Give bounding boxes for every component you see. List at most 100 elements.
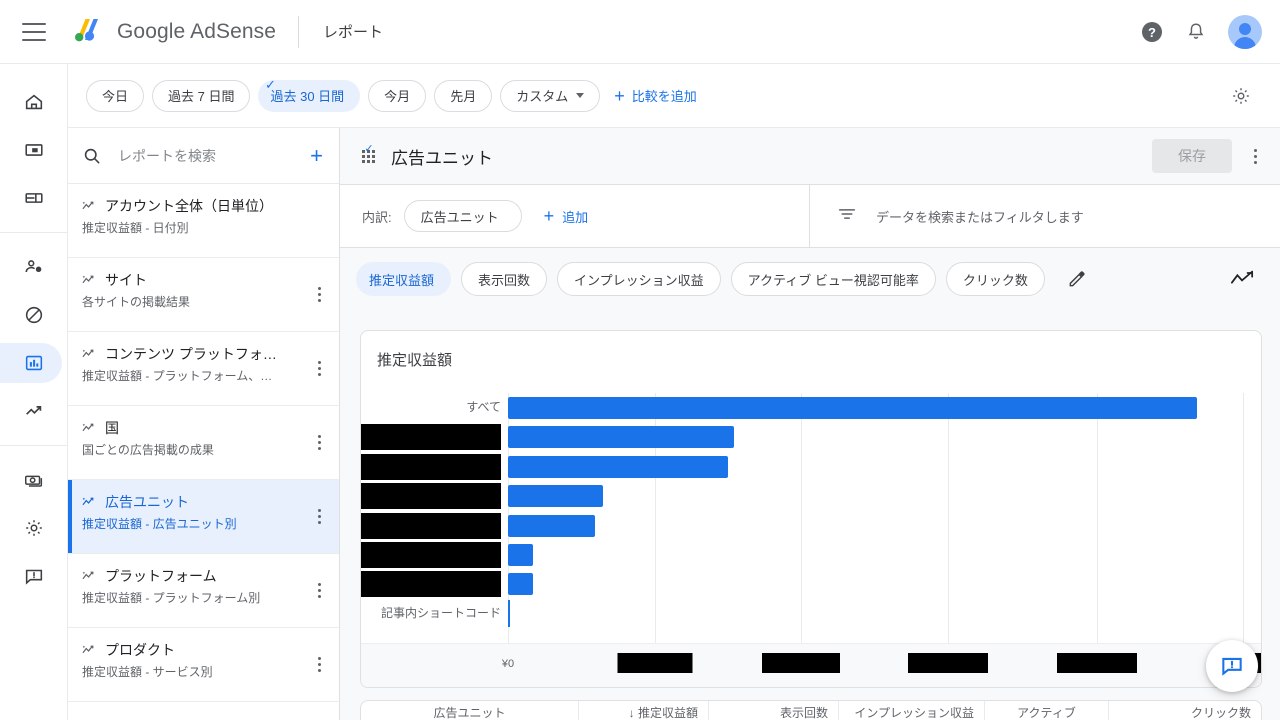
list-item[interactable]: コンテンツ プラットフォ… 推定収益額 - プラットフォーム、… [68, 332, 339, 406]
metric-chip-label: クリック数 [962, 272, 1028, 288]
search-input[interactable] [118, 147, 309, 164]
date-chip-last7days[interactable]: 過去 7 日間 [152, 79, 251, 112]
sidebar-item-payments[interactable] [0, 456, 68, 504]
header-divider [298, 15, 300, 48]
add-dimension-button[interactable]: + 追加 [544, 207, 589, 226]
chart-category-label-redacted [361, 542, 501, 568]
date-chip-lastmonth[interactable]: 先月 [434, 79, 493, 112]
date-chip-label: 過去 30 日間 [270, 89, 345, 104]
sidebar-item-privacy-messaging[interactable] [0, 243, 68, 291]
chart-bar[interactable] [508, 426, 734, 448]
chart-x-tick-label-redacted [617, 653, 693, 673]
chart-category-label-redacted [361, 483, 501, 509]
list-item-more-icon[interactable] [309, 654, 329, 676]
list-item[interactable]: アカウント全体（日単位） 推定収益額 - 日付別 [68, 184, 339, 258]
metric-chip-impression-rpm[interactable]: インプレッション収益 [557, 262, 721, 296]
breakdown-dimension-select[interactable]: 広告ユニット [403, 200, 522, 232]
table-header-cell[interactable]: クリック数 [1109, 701, 1261, 720]
sparkline-icon [82, 643, 97, 657]
message-alert-icon [25, 569, 42, 585]
chart-row [361, 452, 1261, 481]
metric-chip-label: 表示回数 [478, 272, 531, 288]
list-item-label: サイト [105, 272, 147, 288]
table-header-cell[interactable]: インプレッション収益 [839, 701, 985, 720]
chart-bar[interactable] [508, 456, 728, 478]
list-item-selected[interactable]: 広告ユニット 推定収益額 - 広告ユニット別 [68, 480, 339, 554]
reports-list-panel: + アカウント全体（日単位） 推定収益額 - 日付別 サイト 各サイトの掲載結果 [68, 128, 340, 720]
list-item[interactable]: 国 国ごとの広告掲載の成果 [68, 406, 339, 480]
list-item-more-icon[interactable] [309, 506, 329, 528]
table-header-cell[interactable]: 広告ユニット [361, 701, 579, 720]
list-item-title-row: 広告ユニット [82, 492, 325, 512]
trending-up-icon [25, 406, 41, 415]
add-comparison-button[interactable]: + 比較を追加 [614, 86, 697, 105]
avatar[interactable] [1228, 14, 1262, 49]
chart-bar[interactable] [508, 485, 603, 507]
chart-category-label-redacted [361, 571, 501, 597]
date-chip-thismonth[interactable]: 今月 [368, 79, 427, 112]
metric-chip-estimated-earnings[interactable]: ✓ 推定収益額 [356, 143, 452, 296]
chart-bar[interactable] [508, 544, 533, 566]
list-item-subtitle: 推定収益額 - プラットフォーム、… [82, 369, 273, 383]
breakdown-section: 内訳: 広告ユニット + 追加 [340, 185, 810, 247]
table-header-cell[interactable]: 表示回数 [709, 701, 839, 720]
chart-category-label-redacted [361, 454, 501, 480]
chart-bar[interactable] [508, 600, 510, 627]
sidebar-item-blocking-controls[interactable] [0, 291, 68, 339]
brand-logo[interactable]: Google AdSense [68, 16, 276, 48]
chart-x-tick-label-redacted [908, 653, 988, 673]
list-item-more-icon[interactable] [309, 358, 329, 380]
metric-chip-active-view-viewable[interactable]: アクティブ ビュー視認可能率 [730, 262, 936, 296]
gear-icon [25, 520, 42, 536]
chart-category-label: すべて [466, 400, 501, 414]
list-item-more-icon[interactable] [309, 580, 329, 602]
filter-section[interactable]: データを検索またはフィルタします [810, 185, 1280, 247]
chevron-down-icon [576, 93, 585, 98]
feedback-fab[interactable] [1206, 640, 1258, 692]
list-item[interactable]: プロダクト 推定収益額 - サービス別 [68, 628, 339, 702]
metric-chip-impressions[interactable]: 表示回数 [461, 262, 548, 296]
chart-card: 推定収益額 すべて 記事内ショートコード ¥0 [360, 330, 1262, 688]
list-item-title-row: コンテンツ プラットフォ… [82, 344, 325, 364]
chart-x-tick-label-redacted [762, 653, 840, 673]
more-vert-icon[interactable] [1244, 144, 1266, 168]
list-item[interactable]: プラットフォーム 推定収益額 - プラットフォーム別 [68, 554, 339, 628]
date-chip-last30days[interactable]: ✓ 過去 30 日間 [258, 78, 361, 112]
table-header-cell[interactable]: ↓ 推定収益額 [579, 701, 709, 720]
sidebar-item-optimization[interactable] [0, 387, 68, 435]
sidebar-item-account-settings[interactable] [0, 504, 68, 552]
report-title: 広告ユニット [391, 148, 493, 168]
line-chart-icon[interactable] [1230, 268, 1254, 290]
new-report-plus-icon[interactable]: + [308, 144, 325, 167]
hamburger-icon[interactable] [22, 22, 46, 41]
list-item[interactable]: サイト 各サイトの掲載結果 [68, 258, 339, 332]
chart-bar[interactable] [508, 397, 1197, 419]
date-chip-today[interactable]: 今日 [86, 79, 145, 112]
sidebar-item-sites[interactable] [0, 174, 68, 222]
help-icon[interactable]: ? [1140, 20, 1164, 44]
chart-x-tick-label: ¥0 [501, 658, 515, 670]
list-item-more-icon[interactable] [309, 432, 329, 454]
sidebar-item-ads[interactable] [0, 126, 68, 174]
save-button[interactable]: 保存 [1152, 139, 1232, 173]
report-settings-button[interactable] [1230, 85, 1252, 107]
list-item-subtitle: 国ごとの広告掲載の成果 [82, 443, 214, 457]
sidebar-item-feedback[interactable] [0, 552, 68, 600]
sidebar-item-reports[interactable] [0, 339, 68, 387]
chart-bar[interactable] [508, 573, 533, 595]
pencil-icon[interactable] [1067, 269, 1087, 289]
sidebar-item-home[interactable] [0, 78, 68, 126]
chart-x-tick-label-redacted [1057, 653, 1137, 673]
chart-bar[interactable] [508, 515, 595, 537]
list-item-more-icon[interactable] [309, 284, 329, 306]
bell-icon[interactable] [1184, 20, 1208, 44]
feedback-icon [1222, 657, 1242, 676]
breakdown-label: 内訳: [362, 209, 392, 225]
sparkline-icon [82, 421, 97, 435]
list-item-subtitle: 推定収益額 - 日付別 [82, 221, 189, 235]
date-chip-label: カスタム [516, 89, 569, 104]
metric-chip-clicks[interactable]: クリック数 [945, 262, 1045, 296]
table-header-cell[interactable]: アクティブ [985, 701, 1109, 720]
rail-divider-2 [0, 445, 68, 446]
date-chip-custom[interactable]: カスタム [500, 79, 601, 112]
